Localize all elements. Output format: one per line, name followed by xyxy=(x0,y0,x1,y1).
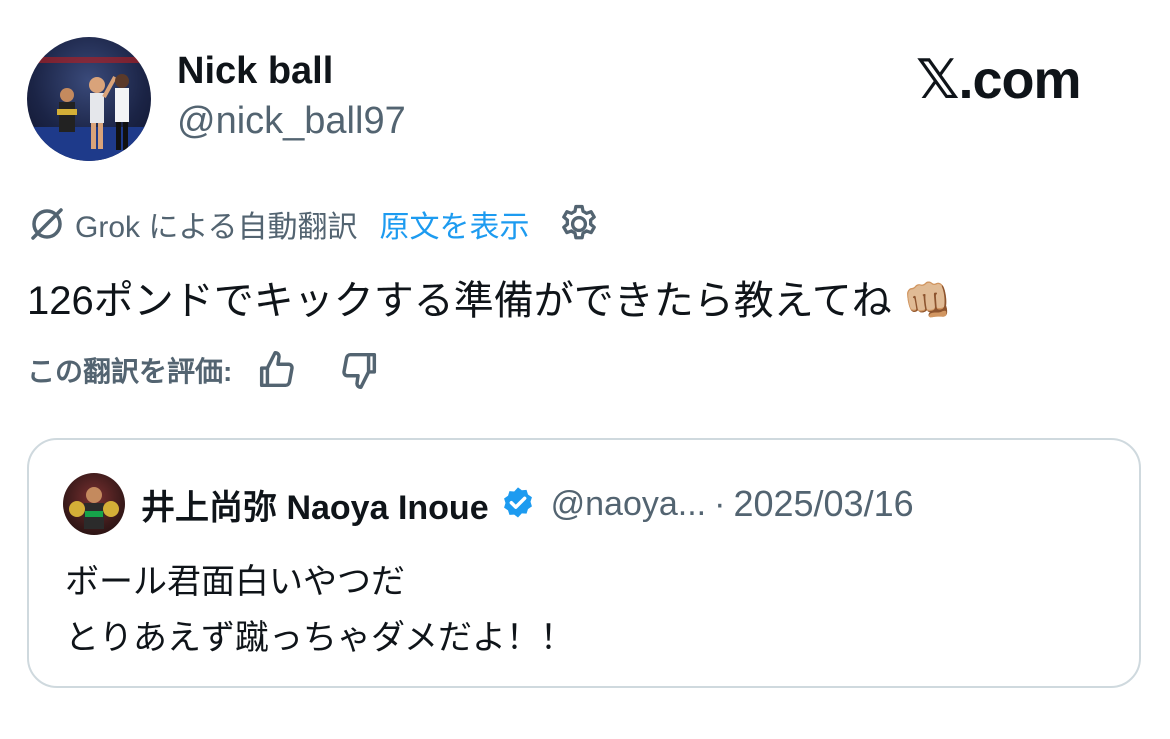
verified-badge-icon xyxy=(503,487,532,518)
quoted-tweet-date[interactable]: 2025/03/16 xyxy=(733,483,913,525)
thumbs-up-icon[interactable] xyxy=(254,347,300,393)
quoted-tweet-line: ボール君面白いやつだ xyxy=(65,563,405,601)
tweet-text: 126ポンドでキックする準備ができたら教えてね 👊🏼 xyxy=(27,279,953,323)
show-original-link[interactable]: 原文を表示 xyxy=(379,202,529,246)
x-logo-icon[interactable]: 𝕏.com xyxy=(916,48,1082,111)
translation-rating: この翻訳を評価: xyxy=(27,347,418,393)
quoted-tweet-header: 井上尚弥 Naoya Inoue @naoya... · 2025/03/16 xyxy=(63,473,914,535)
translation-bar: Grok による自動翻訳 原文を表示 xyxy=(27,201,601,247)
grok-icon xyxy=(31,208,63,240)
boxer-photo-avatar xyxy=(27,57,151,161)
quoted-tweet-line: とりあえず蹴っちゃダメだよ！！ xyxy=(65,619,574,657)
gear-icon[interactable] xyxy=(557,202,601,246)
author-avatar[interactable] xyxy=(27,37,151,161)
author-handle[interactable]: @nick_ball97 xyxy=(177,100,406,143)
quoted-tweet-card[interactable]: 井上尚弥 Naoya Inoue @naoya... · 2025/03/16 … xyxy=(27,438,1141,688)
header-separator: · xyxy=(714,484,726,523)
quoted-tweet-text: ボール君面白いやつだ とりあえず蹴っちゃダメだよ！！ xyxy=(65,554,574,666)
boxer-photo-avatar xyxy=(69,487,119,529)
author-name[interactable]: Nick ball xyxy=(177,50,333,93)
quoted-author-name[interactable]: 井上尚弥 Naoya Inoue xyxy=(141,480,489,529)
translation-label: Grok による自動翻訳 xyxy=(75,211,358,244)
rating-label: この翻訳を評価: xyxy=(27,356,233,387)
quoted-author-avatar[interactable] xyxy=(63,473,125,535)
thumbs-down-icon[interactable] xyxy=(336,347,382,393)
quoted-author-handle[interactable]: @naoya... xyxy=(551,485,707,524)
